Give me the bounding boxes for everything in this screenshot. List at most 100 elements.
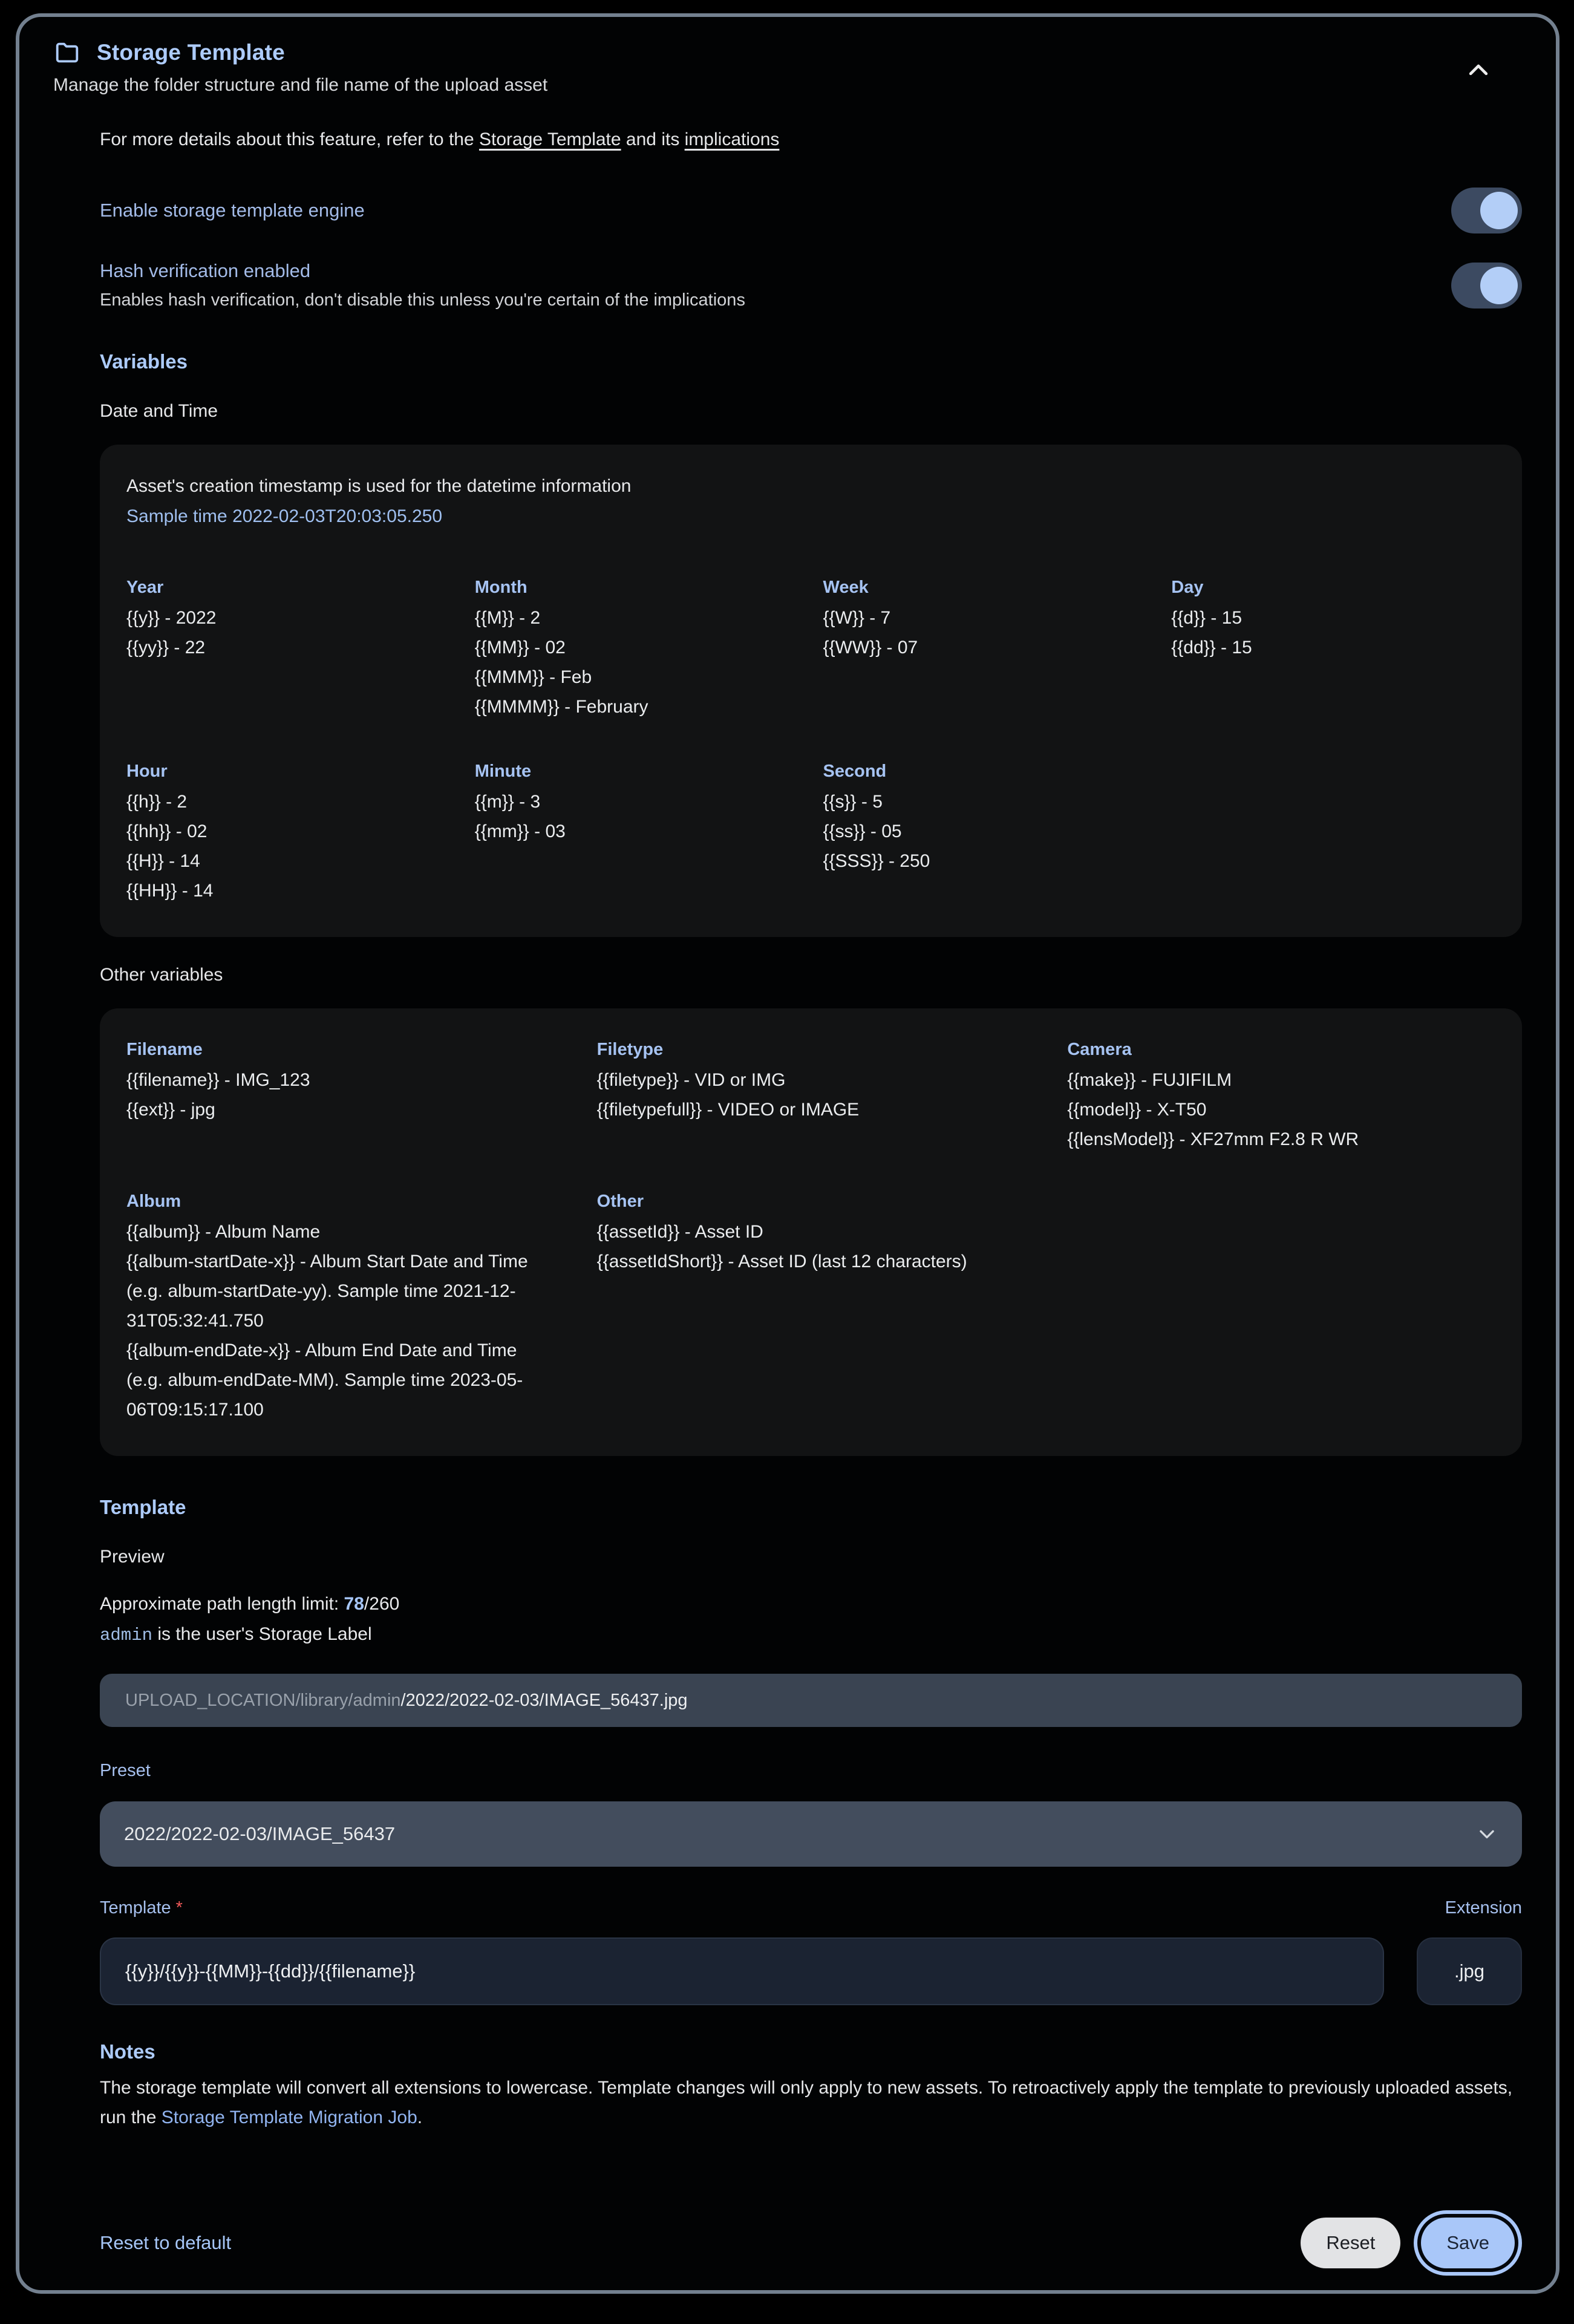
path-limit-value: 78 [344, 1594, 364, 1614]
hash-verification-label: Hash verification enabled [100, 260, 745, 282]
var-item: {{HH}} - 14 [126, 876, 451, 906]
var-item: {{m}} - 3 [475, 787, 799, 817]
var-item: {{make}} - FUJIFILM [1067, 1065, 1495, 1095]
var-group-week: Week {{W}} - 7 {{WW}} - 07 [823, 578, 1148, 722]
preset-select[interactable]: 2022/2022-02-03/IMAGE_56437 [100, 1801, 1522, 1867]
var-item: {{album-endDate-x}} - Album End Date and… [126, 1336, 555, 1425]
var-item: {{assetIdShort}} - Asset ID (last 12 cha… [597, 1247, 1025, 1276]
toggle-knob [1480, 267, 1518, 304]
notes-after-link: . [417, 2107, 422, 2127]
extension-value-box: .jpg [1417, 1937, 1522, 2005]
page-title: Storage Template [97, 40, 285, 65]
toggle-knob [1480, 192, 1518, 229]
setting-row-enable-engine: Enable storage template engine [100, 188, 1522, 233]
preset-label: Preset [100, 1761, 1522, 1781]
required-asterisk: * [176, 1898, 183, 1918]
reset-button[interactable]: Reset [1301, 2218, 1400, 2268]
template-label-text: Template [100, 1898, 171, 1918]
storage-label-line: admin is the user's Storage Label [100, 1619, 1522, 1651]
var-item: {{ss}} - 05 [823, 817, 1148, 846]
folder-icon [53, 39, 81, 67]
datetime-variables-box: Asset's creation timestamp is used for t… [100, 445, 1522, 937]
reset-to-default-button[interactable]: Reset to default [100, 2232, 231, 2254]
var-item: {{M}} - 2 [475, 603, 799, 633]
var-item: {{hh}} - 02 [126, 817, 451, 846]
other-variables-label: Other variables [100, 965, 1522, 985]
var-group-filetype: Filetype {{filetype}} - VID or IMG {{fil… [597, 1040, 1025, 1154]
preset-selected-value: 2022/2022-02-03/IMAGE_56437 [124, 1823, 395, 1845]
var-group-year: Year {{y}} - 2022 {{yy}} - 22 [126, 578, 451, 722]
storage-template-doc-link[interactable]: Storage Template [479, 129, 621, 149]
datetime-sample-time: Sample time 2022-02-03T20:03:05.250 [126, 506, 1495, 527]
other-variables-box: Filename {{filename}} - IMG_123 {{ext}} … [100, 1008, 1522, 1456]
setting-row-hash-verification: Hash verification enabled Enables hash v… [100, 260, 1522, 310]
datetime-note: Asset's creation timestamp is used for t… [126, 476, 1495, 497]
notes-text: The storage template will convert all ex… [100, 2073, 1522, 2132]
var-item: {{s}} - 5 [823, 787, 1148, 817]
var-item: {{MMM}} - Feb [475, 662, 799, 692]
var-group-other: Other {{assetId}} - Asset ID {{assetIdSh… [597, 1192, 1025, 1425]
var-item: {{MM}} - 02 [475, 633, 799, 662]
var-item: {{W}} - 7 [823, 603, 1148, 633]
var-group-filename: Filename {{filename}} - IMG_123 {{ext}} … [126, 1040, 555, 1154]
var-item: {{yy}} - 22 [126, 633, 451, 662]
path-limit-suffix: /260 [364, 1594, 399, 1614]
chevron-down-icon [1474, 1821, 1500, 1847]
path-limit-prefix: Approximate path length limit: [100, 1594, 344, 1614]
var-item: {{dd}} - 15 [1171, 633, 1495, 662]
datetime-label: Date and Time [100, 401, 1522, 422]
var-group-month: Month {{M}} - 2 {{MM}} - 02 {{MMM}} - Fe… [475, 578, 799, 722]
var-group-hour: Hour {{h}} - 2 {{hh}} - 02 {{H}} - 14 {{… [126, 762, 451, 906]
var-item: {{SSS}} - 250 [823, 846, 1148, 876]
notes-heading: Notes [100, 2040, 1522, 2063]
save-button[interactable]: Save [1421, 2218, 1515, 2268]
var-item: {{mm}} - 03 [475, 817, 799, 846]
enable-engine-label: Enable storage template engine [100, 200, 365, 221]
collapse-section-button[interactable] [1459, 51, 1498, 90]
template-preview-path: UPLOAD_LOCATION/library/admin/2022/2022-… [100, 1674, 1522, 1727]
section-header: Storage Template Manage the folder struc… [53, 35, 1522, 96]
intro-text: For more details about this feature, ref… [100, 129, 1522, 150]
var-item: {{h}} - 2 [126, 787, 451, 817]
var-item: {{filetypefull}} - VIDEO or IMAGE [597, 1095, 1025, 1124]
intro-middle: and its [621, 129, 685, 149]
var-item: {{d}} - 15 [1171, 603, 1495, 633]
var-group-camera: Camera {{make}} - FUJIFILM {{model}} - X… [1067, 1040, 1495, 1154]
chevron-up-icon [1461, 53, 1495, 87]
path-length-limit: Approximate path length limit: 78/260 [100, 1594, 1522, 1614]
var-item: {{album}} - Album Name [126, 1217, 555, 1247]
template-field-label: Template* [100, 1898, 1384, 1918]
hash-verification-description: Enables hash verification, don't disable… [100, 290, 745, 310]
var-group-album: Album {{album}} - Album Name {{album-sta… [126, 1192, 555, 1425]
storage-template-settings-card: Storage Template Manage the folder struc… [16, 13, 1559, 2294]
var-item: {{MMMM}} - February [475, 692, 799, 722]
var-group-second: Second {{s}} - 5 {{ss}} - 05 {{SSS}} - 2… [823, 762, 1148, 906]
preview-label: Preview [100, 1547, 1522, 1567]
var-item: {{assetId}} - Asset ID [597, 1217, 1025, 1247]
var-item: {{y}} - 2022 [126, 603, 451, 633]
variables-heading: Variables [100, 350, 1522, 373]
template-input[interactable] [100, 1937, 1384, 2005]
var-item: {{lensModel}} - XF27mm F2.8 R WR [1067, 1124, 1495, 1154]
implications-doc-link[interactable]: implications [685, 129, 780, 149]
hash-verification-toggle[interactable] [1451, 263, 1522, 308]
footer-actions: Reset to default Reset Save [53, 2218, 1522, 2268]
enable-engine-toggle[interactable] [1451, 188, 1522, 233]
var-item: {{model}} - X-T50 [1067, 1095, 1495, 1124]
template-heading: Template [100, 1496, 1522, 1519]
var-group-minute: Minute {{m}} - 3 {{mm}} - 03 [475, 762, 799, 906]
preview-path-main: /2022/2022-02-03/IMAGE_56437.jpg [401, 1691, 688, 1711]
preview-path-prefix: UPLOAD_LOCATION/library/admin [125, 1691, 401, 1711]
var-item: {{ext}} - jpg [126, 1095, 555, 1124]
extension-label: Extension [1445, 1898, 1522, 1918]
extension-value: .jpg [1454, 1960, 1484, 1982]
var-item: {{H}} - 14 [126, 846, 451, 876]
intro-before: For more details about this feature, ref… [100, 129, 479, 149]
var-item: {{filename}} - IMG_123 [126, 1065, 555, 1095]
storage-template-migration-job-link[interactable]: Storage Template Migration Job [162, 2107, 417, 2127]
storage-label-code: admin [100, 1625, 152, 1645]
var-item: {{album-startDate-x}} - Album Start Date… [126, 1247, 555, 1336]
var-group-day: Day {{d}} - 15 {{dd}} - 15 [1171, 578, 1495, 722]
storage-label-text: is the user's Storage Label [152, 1624, 372, 1644]
var-item: {{WW}} - 07 [823, 633, 1148, 662]
